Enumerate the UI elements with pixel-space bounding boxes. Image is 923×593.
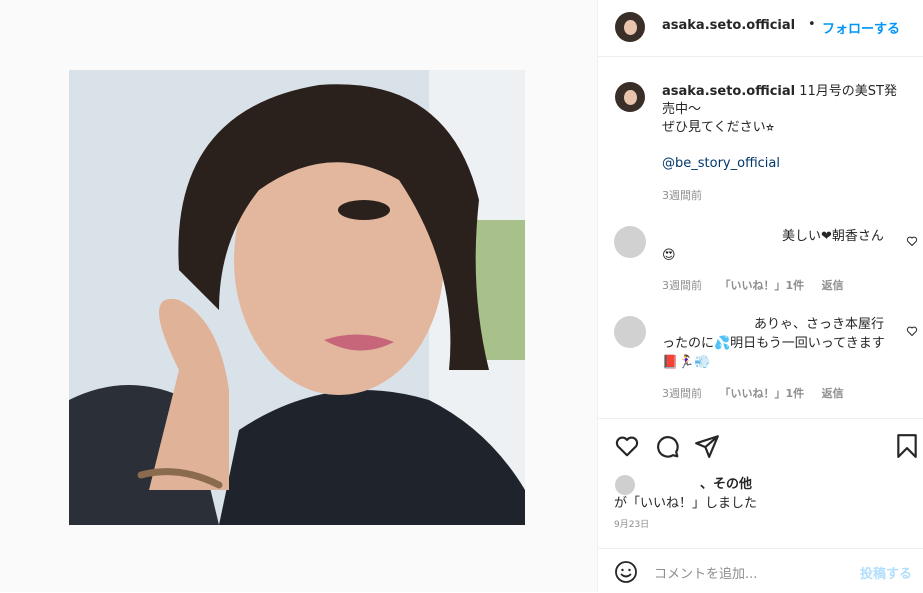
comment-bar: コメントを追加... 投稿する xyxy=(598,548,923,593)
post-photo[interactable] xyxy=(69,70,525,525)
comment-input[interactable]: コメントを追加... xyxy=(654,563,757,582)
avatar[interactable] xyxy=(615,12,645,42)
caption-username[interactable]: asaka.seto.official xyxy=(662,84,795,99)
follow-button[interactable]: フォローする xyxy=(822,18,900,37)
share-icon[interactable] xyxy=(694,433,720,459)
comment-text: 美しい❤朝香さん😍 xyxy=(662,229,884,263)
comment-time[interactable]: 3週間前 xyxy=(662,279,702,292)
caption-line2: ぜひ見てください⭐︎ xyxy=(662,120,775,135)
media-pane xyxy=(0,0,597,592)
caption-time[interactable]: 3週間前 xyxy=(662,187,702,203)
likes-others-text: 、その他 xyxy=(700,477,753,492)
comment-text: ありゃ、さっき本屋行ったのに💦明日もう一回いってきます📕🏃‍♀️💨 xyxy=(662,317,885,370)
reply-button[interactable]: 返信 xyxy=(822,387,844,400)
post-comment-button[interactable]: 投稿する xyxy=(860,563,912,582)
likes-summary: が「いいね！」しました xyxy=(614,496,758,511)
comment-likes[interactable]: 「いいね！」1件 xyxy=(720,279,805,292)
heart-icon[interactable] xyxy=(906,325,918,337)
reply-button[interactable]: 返信 xyxy=(822,279,844,292)
separator-dot: • xyxy=(808,17,816,32)
action-bar: 、その他 が「いいね！」しました 9月23日 xyxy=(598,418,923,549)
comment-icon[interactable] xyxy=(654,433,680,459)
bookmark-icon[interactable] xyxy=(894,433,920,459)
comment-likes[interactable]: 「いいね！」1件 xyxy=(720,387,805,400)
heart-icon[interactable] xyxy=(906,235,918,247)
comment-meta: 3週間前 「いいね！」1件 返信 xyxy=(662,385,858,401)
username-link[interactable]: asaka.seto.official xyxy=(662,18,795,33)
comment-meta: 3週間前 「いいね！」1件 返信 xyxy=(662,277,858,293)
likes-others[interactable]: 、その他 xyxy=(700,473,752,492)
comment-time[interactable]: 3週間前 xyxy=(662,387,702,400)
caption-avatar[interactable] xyxy=(615,82,645,112)
post-date[interactable]: 9月23日 xyxy=(614,517,649,530)
post-header: asaka.seto.official • フォローする xyxy=(598,0,923,57)
mention-link[interactable]: @be_story_official xyxy=(662,155,900,173)
caption: asaka.seto.official 11月号の美ST発売中〜 ぜひ見てくださ… xyxy=(662,83,900,173)
heart-icon[interactable] xyxy=(614,433,640,459)
portrait-image xyxy=(69,70,525,525)
post-sidebar: asaka.seto.official • フォローする asaka.seto.… xyxy=(597,0,923,592)
comment-avatar[interactable] xyxy=(614,316,646,348)
emoji-icon[interactable] xyxy=(614,560,638,584)
comment-avatar[interactable] xyxy=(614,226,646,258)
